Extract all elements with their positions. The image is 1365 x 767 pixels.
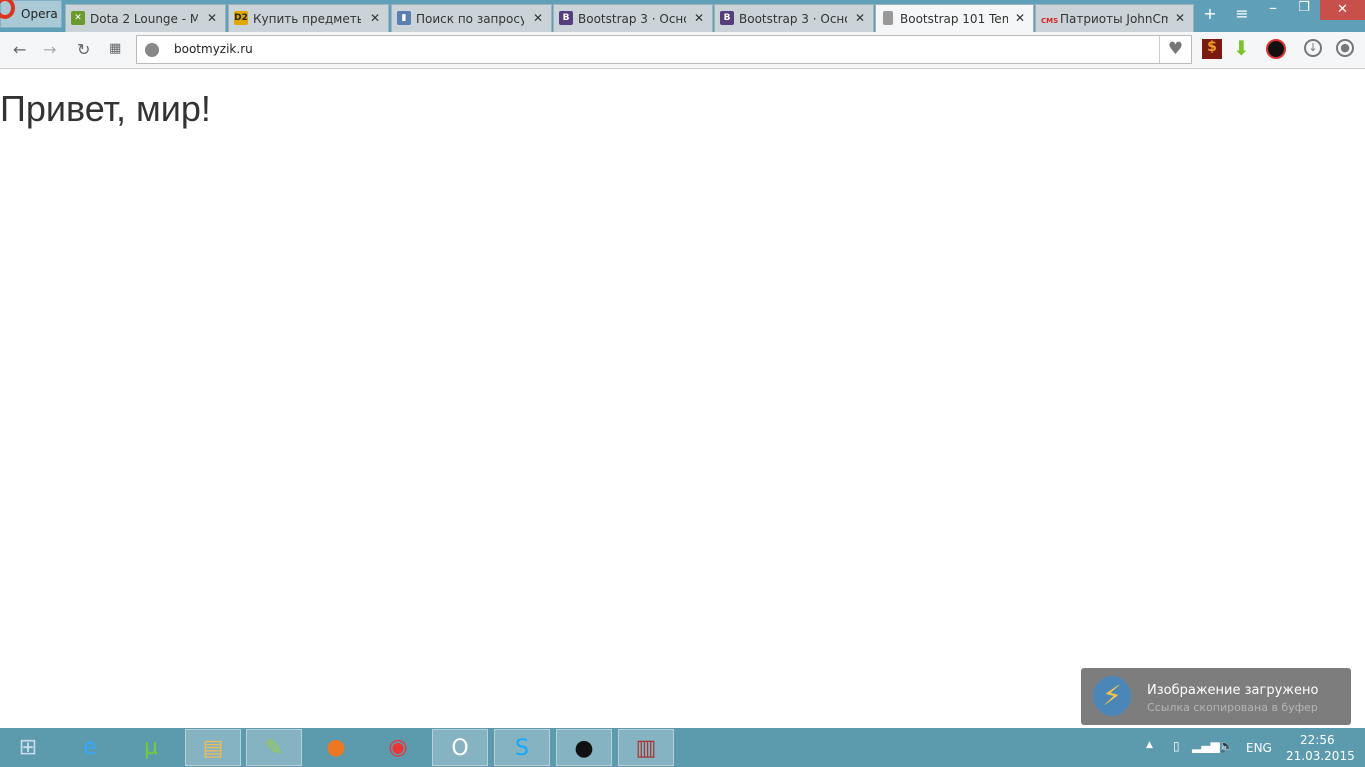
- close-window-button[interactable]: ✕: [1320, 0, 1365, 20]
- chrome-icon[interactable]: ◉: [370, 729, 426, 766]
- language-indicator[interactable]: ENG: [1246, 741, 1272, 755]
- tab-title: Bootstrap 101 Temp: [900, 12, 1008, 26]
- notification-subtitle: Ссылка скопирована в буфер: [1147, 701, 1318, 714]
- tab-menu-button[interactable]: ≡: [1227, 4, 1257, 23]
- notepadpp-icon[interactable]: ✎: [246, 729, 302, 766]
- d2-icon: D2: [234, 11, 248, 25]
- tab-title: Bootstrap 3 · Основ: [578, 12, 686, 26]
- clock-date[interactable]: 21.03.2015: [1286, 749, 1355, 763]
- show-hidden-icons-button[interactable]: ▲: [1146, 740, 1153, 750]
- ie-icon[interactable]: e: [62, 729, 118, 766]
- lightning-icon: ⚡: [1093, 676, 1131, 716]
- page-icon: [883, 11, 893, 25]
- network-icon[interactable]: ▂▄▆: [1192, 739, 1220, 753]
- bootstrap-icon: B: [559, 11, 573, 25]
- app-icon[interactable]: ●: [556, 729, 612, 766]
- close-tab-icon[interactable]: ✕: [1015, 11, 1025, 25]
- opera-menu-label: Opera: [21, 7, 58, 21]
- downloads-icon[interactable]: ↓: [1304, 39, 1322, 57]
- tab[interactable]: D2 Купить предметы | ✕: [228, 4, 389, 32]
- explorer-icon[interactable]: ▤: [185, 729, 241, 766]
- new-tab-button[interactable]: +: [1195, 4, 1225, 23]
- download-extension-icon[interactable]: ⬇: [1233, 38, 1253, 59]
- dota2lounge-icon: ✕: [71, 11, 85, 25]
- account-icon[interactable]: ●: [1336, 39, 1354, 57]
- tab-title: Поиск по запросу п: [416, 12, 524, 26]
- battery-icon[interactable]: ▯: [1173, 739, 1180, 753]
- tab-title: Патриоты JohnCms: [1060, 12, 1168, 26]
- speedometer-extension-icon[interactable]: [1266, 39, 1286, 59]
- forward-button[interactable]: →: [43, 40, 56, 59]
- page-heading: Привет, мир!: [0, 88, 211, 129]
- utorrent-icon[interactable]: µ: [123, 729, 179, 766]
- minimize-button[interactable]: –: [1258, 0, 1288, 17]
- tab[interactable]: ✕ Dota 2 Lounge - Mo ✕: [65, 4, 226, 32]
- search-result-icon: ▮: [397, 11, 411, 25]
- opera-logo-icon: [0, 0, 15, 19]
- close-tab-icon[interactable]: ✕: [1175, 11, 1185, 25]
- skype-icon[interactable]: S: [494, 729, 550, 766]
- toolbar: ← → ↻ ▦ bootmyzik.ru ♥ $ ⬇ ↓ ●: [0, 32, 1365, 69]
- globe-icon: [145, 43, 159, 57]
- opera-taskbar-icon[interactable]: O: [432, 729, 488, 766]
- tab-title: Купить предметы |: [253, 12, 361, 26]
- close-tab-icon[interactable]: ✕: [533, 11, 543, 25]
- opera-menu-button[interactable]: Opera: [0, 0, 62, 28]
- notification-title: Изображение загружено: [1147, 683, 1319, 698]
- restore-button[interactable]: ❐: [1289, 0, 1319, 15]
- close-tab-icon[interactable]: ✕: [207, 11, 217, 25]
- tab-active[interactable]: Bootstrap 101 Temp ✕: [875, 4, 1034, 32]
- address-input[interactable]: bootmyzik.ru: [174, 42, 253, 56]
- back-button[interactable]: ←: [13, 40, 26, 59]
- address-bar[interactable]: bootmyzik.ru ♥: [136, 35, 1192, 64]
- bootstrap-icon: B: [720, 11, 734, 25]
- notification-toast[interactable]: ⚡ Изображение загружено Ссылка скопирова…: [1081, 668, 1351, 725]
- close-tab-icon[interactable]: ✕: [855, 11, 865, 25]
- cms-icon: CMS: [1041, 17, 1059, 25]
- heart-icon[interactable]: ♥: [1159, 36, 1191, 63]
- close-tab-icon[interactable]: ✕: [694, 11, 704, 25]
- start-button[interactable]: ⊞: [0, 729, 56, 766]
- tab-bar: Opera ✕ Dota 2 Lounge - Mo ✕ D2 Купить пред…: [0, 0, 1365, 32]
- tab-title: Bootstrap 3 · Основ: [739, 12, 847, 26]
- tab[interactable]: B Bootstrap 3 · Основ ✕: [714, 4, 874, 32]
- speed-dial-icon[interactable]: ▦: [109, 41, 121, 56]
- tab[interactable]: CMS Патриоты JohnCms ✕: [1035, 4, 1194, 32]
- firefox-icon[interactable]: ●: [308, 729, 364, 766]
- tab[interactable]: B Bootstrap 3 · Основ ✕: [553, 4, 713, 32]
- tab-title: Dota 2 Lounge - Mo: [90, 12, 198, 26]
- taskbar: ⊞ e µ ▤ ✎ ● ◉ O S ● ▥ ▲ ▯ ▂▄▆ 🔈 ENG 22:5…: [0, 728, 1365, 767]
- dollar-extension-icon[interactable]: $: [1202, 39, 1222, 59]
- clock-time[interactable]: 22:56: [1300, 733, 1335, 747]
- volume-icon[interactable]: 🔈: [1219, 739, 1234, 753]
- winrar-icon[interactable]: ▥: [618, 729, 674, 766]
- close-tab-icon[interactable]: ✕: [370, 11, 380, 25]
- reload-button[interactable]: ↻: [77, 40, 90, 59]
- tab[interactable]: ▮ Поиск по запросу п ✕: [391, 4, 552, 32]
